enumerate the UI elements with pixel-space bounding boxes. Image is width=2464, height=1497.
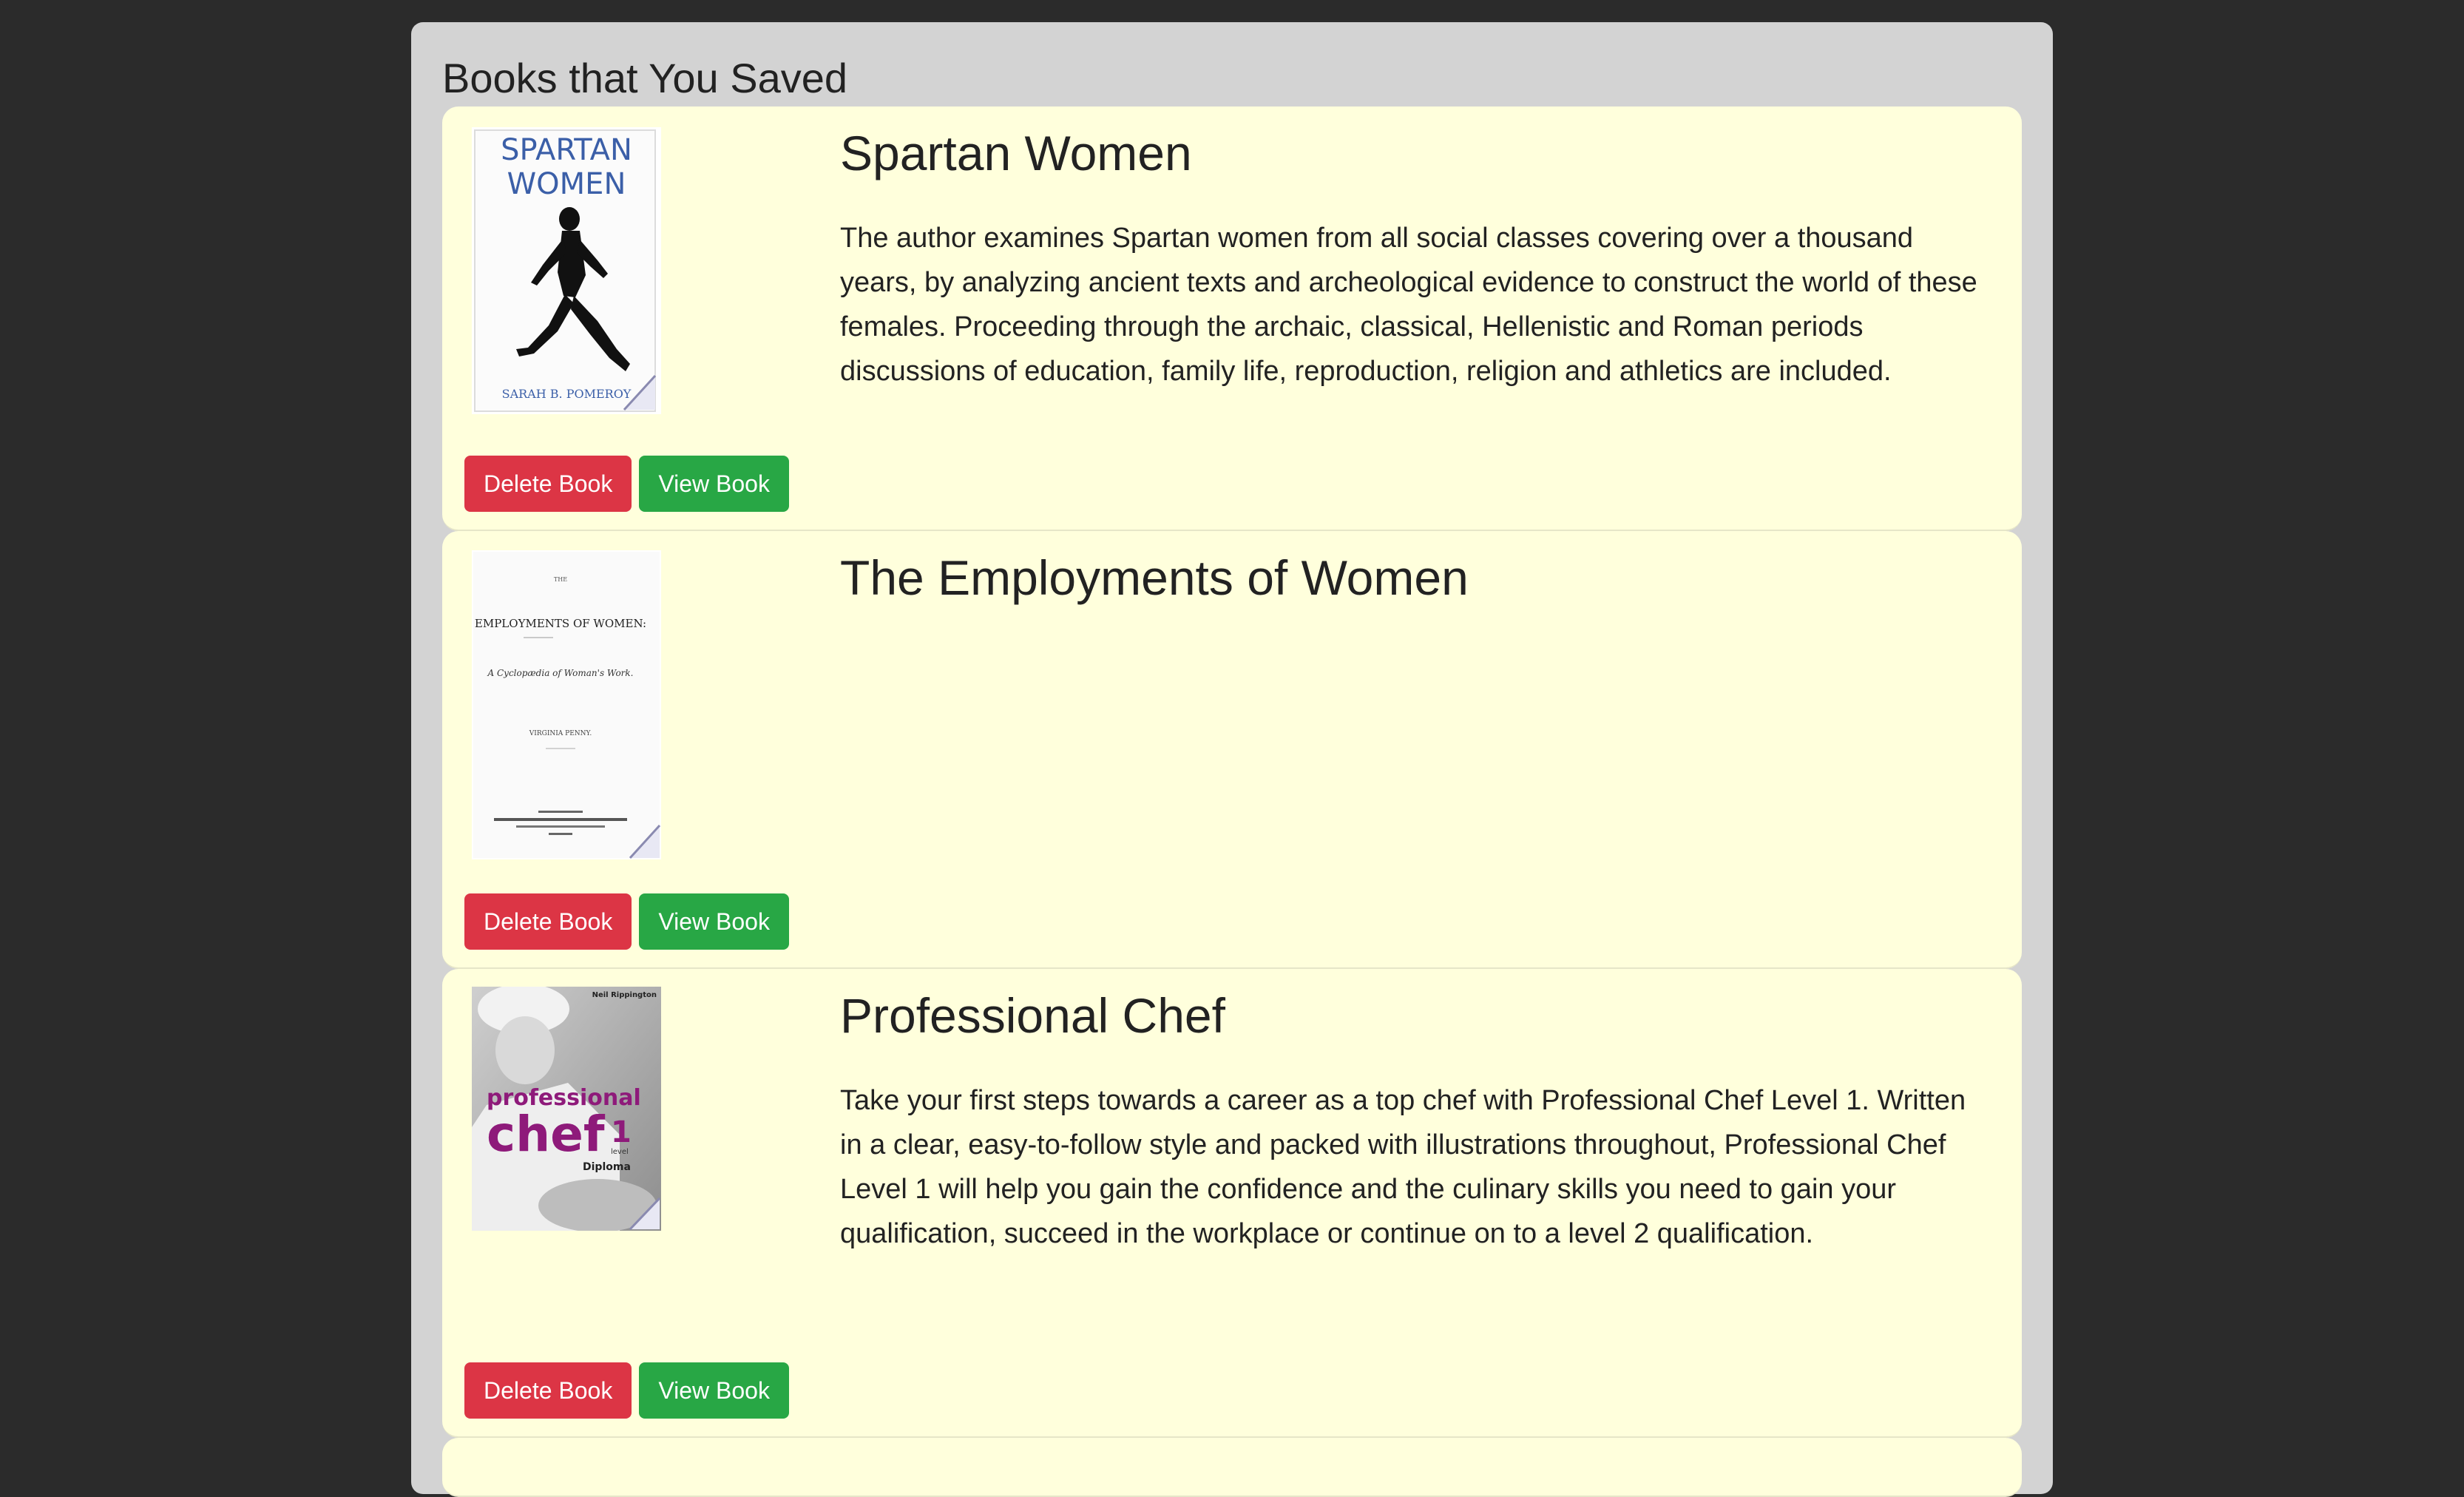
cover-diploma: Diploma xyxy=(583,1161,631,1173)
view-book-button[interactable]: View Book xyxy=(639,893,789,950)
book-actions: Delete Book View Book xyxy=(464,456,789,512)
book-description: The author examines Spartan women from a… xyxy=(840,223,1977,387)
cover-level-word: level xyxy=(611,1148,629,1156)
cover-level-number: 1 xyxy=(611,1115,632,1149)
book-title: Spartan Women xyxy=(840,126,1192,180)
svg-text:THE: THE xyxy=(554,576,567,583)
book-cover-image: SPARTAN WOMEN SARAH B. POMEROY xyxy=(472,127,661,414)
book-card: SPARTAN WOMEN SARAH B. POMEROY Spartan W… xyxy=(442,107,2022,531)
book-title: Professional Chef xyxy=(840,988,1225,1043)
cover-author: SARAH B. POMEROY xyxy=(502,387,632,401)
book-actions: Delete Book View Book xyxy=(464,1362,789,1419)
book-description: Take your first steps towards a career a… xyxy=(840,1085,1966,1249)
saved-books-panel: Books that You Saved SPARTAN WOMEN SARAH… xyxy=(411,22,2053,1497)
cover-title-line1: EMPLOYMENTS OF WOMEN: xyxy=(475,617,646,630)
book-actions: Delete Book View Book xyxy=(464,893,789,950)
cover-title-line1: SPARTAN xyxy=(501,133,632,167)
book-list: SPARTAN WOMEN SARAH B. POMEROY Spartan W… xyxy=(442,107,2022,1497)
cover-author: Neil Rippington xyxy=(592,991,657,999)
page-title: Books that You Saved xyxy=(442,55,847,101)
book-cover-image: THE EMPLOYMENTS OF WOMEN: A Cyclopædia o… xyxy=(472,550,661,859)
book-card xyxy=(442,1438,2022,1497)
view-book-button[interactable]: View Book xyxy=(639,1362,789,1419)
cover-title-line2: chef xyxy=(487,1106,606,1163)
book-card: THE EMPLOYMENTS OF WOMEN: A Cyclopædia o… xyxy=(442,531,2022,969)
book-title: The Employments of Women xyxy=(840,550,1469,605)
cover-title-line2: WOMEN xyxy=(507,167,626,201)
book-card: Neil Rippington professional chef 1 leve… xyxy=(442,969,2022,1438)
cover-title-line2: A Cyclopædia of Woman's Work. xyxy=(487,668,634,678)
delete-book-button[interactable]: Delete Book xyxy=(464,456,632,512)
cover-author: VIRGINIA PENNY. xyxy=(529,730,592,737)
book-cover-image: Neil Rippington professional chef 1 leve… xyxy=(472,987,661,1231)
view-book-button[interactable]: View Book xyxy=(639,456,789,512)
delete-book-button[interactable]: Delete Book xyxy=(464,1362,632,1419)
delete-book-button[interactable]: Delete Book xyxy=(464,893,632,950)
